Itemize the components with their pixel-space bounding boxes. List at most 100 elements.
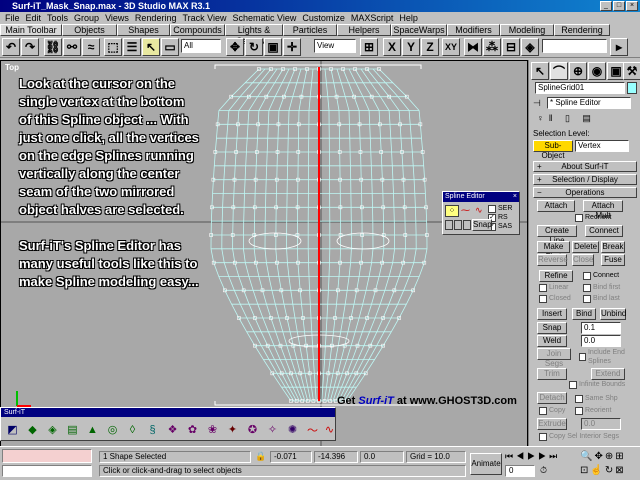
maxscript-input[interactable]: [2, 465, 92, 477]
copy-sel-checkbox[interactable]: Copy Sel Interior Segs: [539, 432, 619, 441]
detach-button[interactable]: Detach: [537, 392, 567, 404]
menu-schematic-view[interactable]: Schematic View: [229, 12, 299, 24]
tab-modifiers[interactable]: Modifiers: [447, 24, 500, 36]
surf-tool-3-icon[interactable]: ◈: [44, 421, 61, 438]
ser-checkbox[interactable]: SER: [488, 204, 512, 213]
menu-edit[interactable]: Edit: [23, 12, 45, 24]
lock-icon[interactable]: 🔒: [255, 451, 266, 462]
mirror-icon[interactable]: ⧓: [464, 38, 482, 56]
surf-tool-7-icon[interactable]: ◊: [124, 421, 141, 438]
attach-button[interactable]: Attach: [537, 200, 575, 212]
pin-stack-icon[interactable]: ⊣: [533, 98, 541, 109]
select-seam-icon[interactable]: ⁘: [445, 205, 459, 217]
menu-views[interactable]: Views: [102, 12, 132, 24]
object-name-field[interactable]: SplineGrid01: [535, 82, 625, 94]
create-tab-icon[interactable]: ↖: [531, 62, 549, 80]
material-icon[interactable]: ◈: [521, 38, 539, 56]
create-line-button[interactable]: Create Line: [537, 225, 577, 245]
extrude-value[interactable]: 0.0: [581, 418, 621, 430]
minimize-button[interactable]: _: [600, 1, 612, 11]
include-end-checkbox[interactable]: Include End Splines: [579, 348, 639, 366]
motion-tab-icon[interactable]: ◉: [588, 62, 606, 80]
tab-rendering[interactable]: Rendering: [554, 24, 610, 36]
surf-tool-13-icon[interactable]: ✪: [244, 421, 261, 438]
se-button-c[interactable]: [463, 220, 471, 230]
close-button[interactable]: ×: [626, 1, 638, 11]
rollout-operations[interactable]: − Operations: [533, 187, 637, 198]
attach-mult-button[interactable]: Attach Mult: [583, 200, 623, 220]
surf-tool-17-icon[interactable]: ∿: [321, 421, 338, 438]
redo-icon[interactable]: ↷: [21, 38, 39, 56]
modifier-stack-dropdown[interactable]: * Spline Editor: [547, 97, 631, 109]
surf-tool-1-icon[interactable]: ◩: [4, 421, 21, 438]
axis-xy-button[interactable]: XY: [442, 38, 460, 56]
se-button-a[interactable]: [445, 220, 453, 230]
surf-tool-2-icon[interactable]: ◆: [24, 421, 41, 438]
named-selection-dropdown[interactable]: [542, 39, 607, 53]
time-config-icon[interactable]: ⏱: [540, 465, 547, 476]
snap-button[interactable]: Snap: [472, 219, 492, 231]
surf-tool-6-icon[interactable]: ◎: [104, 421, 121, 438]
weld-value[interactable]: 0.0: [581, 335, 621, 347]
unbind-button[interactable]: Unbind: [600, 308, 626, 320]
maxscript-listener[interactable]: [2, 449, 92, 463]
selection-filter-dropdown[interactable]: All: [181, 39, 221, 53]
surf-tool-12-icon[interactable]: ✦: [224, 421, 241, 438]
same-shp-checkbox[interactable]: Same Shp: [575, 394, 618, 403]
tab-lights-cameras[interactable]: Lights & Cameras: [225, 24, 283, 46]
tab-helpers[interactable]: Helpers: [337, 24, 391, 36]
closed-checkbox[interactable]: Closed: [539, 294, 571, 303]
surf-tool-14-icon[interactable]: ✧: [264, 421, 281, 438]
align-icon[interactable]: ⊟: [502, 38, 520, 56]
menu-tools[interactable]: Tools: [44, 12, 71, 24]
bind-last-checkbox[interactable]: Bind last: [583, 294, 620, 303]
delete-button[interactable]: Delete: [572, 241, 599, 253]
surf-tool-9-icon[interactable]: ❖: [164, 421, 181, 438]
unlink-icon[interactable]: ⚯: [63, 38, 81, 56]
tab-objects[interactable]: Objects: [62, 24, 117, 36]
surf-tool-4-icon[interactable]: ▤: [64, 421, 81, 438]
select-scale-icon[interactable]: ▣: [264, 38, 282, 56]
tab-main-toolbar[interactable]: Main Toolbar: [0, 24, 62, 36]
menu-track-view[interactable]: Track View: [179, 12, 229, 24]
select-region-icon[interactable]: ▭: [161, 38, 179, 56]
tab-shapes[interactable]: Shapes: [117, 24, 170, 36]
close-button-cmd[interactable]: Close: [572, 254, 594, 266]
snap-value[interactable]: 0.1: [581, 322, 621, 334]
surf-tool-15-icon[interactable]: ✺: [284, 421, 301, 438]
maximize-button[interactable]: □: [613, 1, 625, 11]
make-first-button[interactable]: Make First: [537, 241, 570, 261]
connect-button[interactable]: Connect: [585, 225, 623, 237]
extend-button[interactable]: Extend: [591, 368, 625, 380]
surf-tool-11-icon[interactable]: ❀: [204, 421, 221, 438]
rollout-about[interactable]: + About Surf-iT: [533, 161, 637, 172]
join-segs-button[interactable]: Join Segs: [537, 348, 571, 368]
surf-tool-16-icon[interactable]: 〜: [304, 421, 321, 438]
surf-tool-8-icon[interactable]: §: [144, 421, 161, 438]
bind-first-checkbox[interactable]: Bind first: [583, 283, 620, 292]
trim-button[interactable]: Trim: [537, 368, 567, 380]
select-move-icon[interactable]: ✥: [226, 38, 244, 56]
sub-object-level-dropdown[interactable]: Vertex: [575, 140, 629, 152]
object-color-swatch[interactable]: [627, 82, 637, 94]
axis-y-button[interactable]: Y: [402, 38, 420, 56]
viewport-label[interactable]: Top: [5, 63, 19, 72]
reorient-checkbox[interactable]: Reorient: [575, 213, 611, 222]
bind-spacewarp-icon[interactable]: ≈: [82, 38, 100, 56]
surf-tool-5-icon[interactable]: ▲: [84, 421, 101, 438]
viewport-top[interactable]: Top Look at the cursor on the single ver…: [0, 60, 528, 450]
rollout-selection[interactable]: + Selection / Display: [533, 174, 637, 185]
copy-checkbox[interactable]: Copy: [539, 406, 565, 415]
axis-x-button[interactable]: X: [383, 38, 401, 56]
menu-help[interactable]: Help: [396, 12, 421, 24]
select-icon[interactable]: ⬚: [104, 38, 122, 56]
animate-button[interactable]: Animate: [470, 453, 502, 475]
se-button-b[interactable]: [454, 220, 462, 230]
move-gizmo-icon[interactable]: ✛: [283, 38, 301, 56]
link-icon[interactable]: ⛓: [44, 38, 62, 56]
tab-spacewarps[interactable]: SpaceWarps: [391, 24, 447, 36]
spline-tool-icon[interactable]: ⁓: [461, 205, 470, 216]
hierarchy-tab-icon[interactable]: ⊕: [569, 62, 587, 80]
tab-particles[interactable]: Particles: [283, 24, 337, 36]
array-icon[interactable]: ⁂: [483, 38, 501, 56]
